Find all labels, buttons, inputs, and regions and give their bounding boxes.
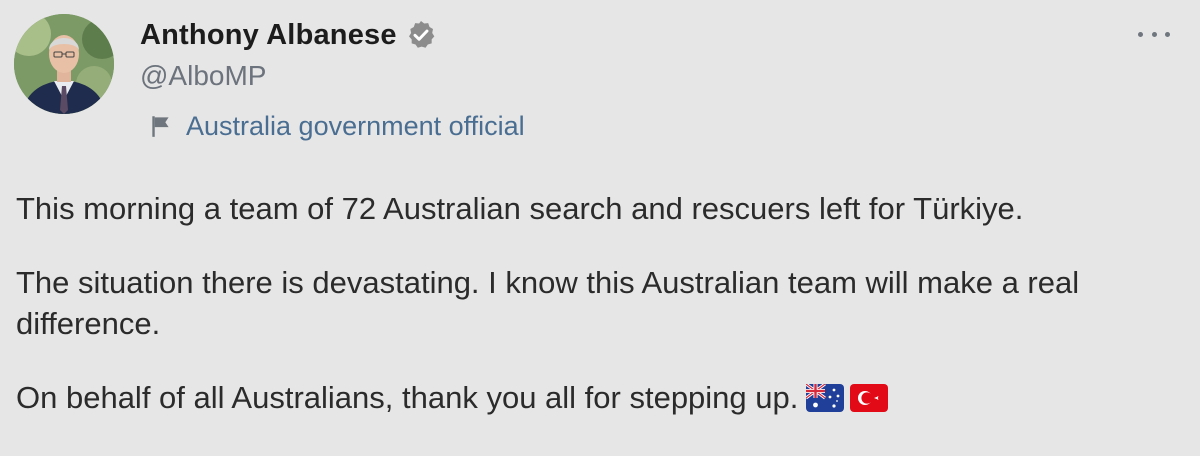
more-dot xyxy=(1138,31,1143,37)
profile-photo xyxy=(14,14,114,114)
display-name[interactable]: Anthony Albanese xyxy=(140,19,397,52)
tweet-text: This morning a team of 72 Australian sea… xyxy=(16,188,1186,422)
name-row: Anthony Albanese xyxy=(140,16,437,54)
government-label-text: Australia government official xyxy=(186,110,525,141)
turkey-flag-emoji xyxy=(850,381,889,422)
affiliation-label[interactable]: Australia government official xyxy=(148,108,525,144)
australia-flag-emoji xyxy=(805,381,845,422)
more-dot xyxy=(1151,31,1157,37)
more-options-icon[interactable] xyxy=(1138,26,1170,42)
tweet-paragraph: This morning a team of 72 Australian sea… xyxy=(16,191,1024,226)
avatar[interactable] xyxy=(14,14,114,114)
tweet-paragraph-text: On behalf of all Australians, thank you … xyxy=(16,380,799,415)
tweet-paragraph: The situation there is devastating. I kn… xyxy=(16,265,1080,341)
more-dot xyxy=(1165,31,1170,37)
tweet-paragraph-last: On behalf of all Australians, thank you … xyxy=(16,377,1186,422)
verified-badge-icon[interactable] xyxy=(405,19,437,51)
user-handle[interactable]: @AlboMP xyxy=(140,60,437,92)
tweet-header: Anthony Albanese @AlboMP xyxy=(140,16,437,92)
flag-icon xyxy=(152,116,169,137)
